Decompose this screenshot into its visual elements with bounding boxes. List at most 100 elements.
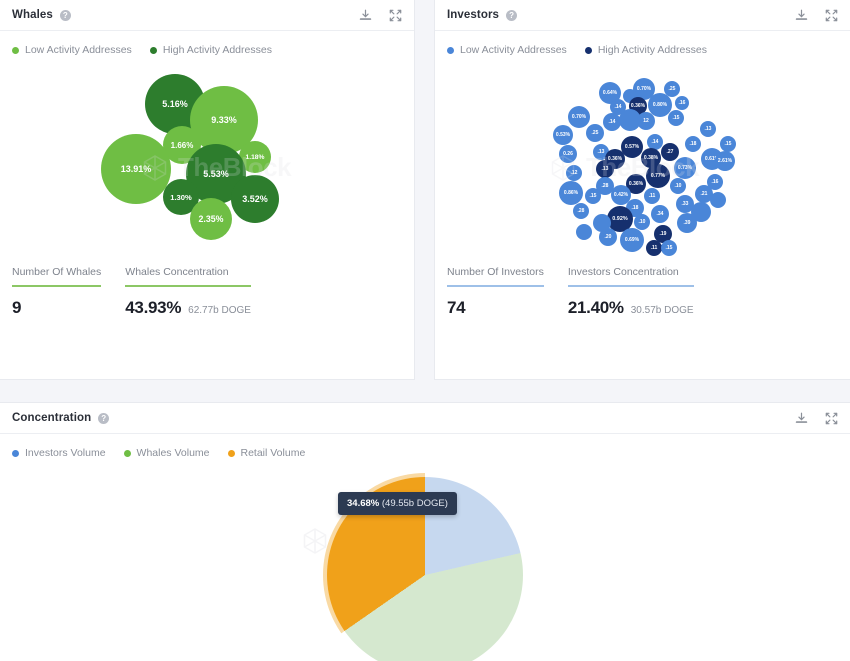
bubble[interactable]: .20 (599, 228, 617, 246)
bubble[interactable]: 0.69% (620, 228, 644, 252)
bubble[interactable]: .16 (675, 96, 689, 110)
legend-item[interactable]: Retail Volume (227, 447, 306, 459)
bubble[interactable]: .10 (634, 214, 650, 230)
bubble[interactable]: 0.73% (674, 157, 696, 179)
bubble[interactable]: .11 (644, 188, 660, 204)
whales-panel-title: Whales (12, 9, 53, 21)
stat-value: 43.93% (125, 297, 182, 317)
dashboard-root: Whales ? Low Activity Addresses High Act… (0, 0, 850, 661)
legend-label: Whales Volume (136, 447, 210, 459)
download-icon[interactable] (795, 412, 808, 425)
legend-label: Low Activity Addresses (460, 44, 567, 56)
download-icon[interactable] (795, 9, 808, 22)
bubble[interactable]: 0.77% (646, 164, 670, 188)
investors-header-actions (795, 9, 838, 22)
stat-label: Number Of Investors (447, 266, 544, 278)
concentration-header-actions (795, 412, 838, 425)
bubble[interactable]: .15 (661, 240, 677, 256)
stat-subvalue: 30.57b DOGE (630, 304, 694, 316)
investors-panel: Investors ? Low Activity Addresses High … (434, 0, 850, 380)
concentration-panel-header: Concentration ? (0, 403, 850, 434)
bubble[interactable]: 2.61% (715, 151, 735, 171)
bubble[interactable]: 0.26 (559, 145, 577, 163)
question-mark-icon[interactable]: ? (506, 9, 518, 21)
question-mark-icon[interactable]: ? (59, 9, 71, 21)
legend-item[interactable]: Low Activity Addresses (447, 44, 567, 56)
bubble[interactable]: .12 (566, 165, 582, 181)
bubble[interactable]: .11 (646, 240, 662, 256)
bubble[interactable] (576, 224, 592, 240)
legend-label: Retail Volume (240, 447, 306, 459)
concentration-pie-chart: TheBlock 34.68% (49.55b DOGE) (0, 459, 850, 661)
stat-value: 21.40% (567, 297, 624, 317)
legend-color-dot (447, 46, 454, 54)
investors-stats: Number Of Investors 74 Investors Concent… (435, 266, 850, 318)
legend-color-dot (12, 449, 19, 457)
bubble[interactable]: .18 (685, 136, 701, 152)
bubble[interactable]: 0.53% (553, 125, 573, 145)
stat-value-row: 43.93% 62.77b DOGE (125, 287, 251, 318)
bubble[interactable]: .15 (668, 110, 684, 126)
bubble[interactable]: .34 (651, 205, 669, 223)
legend-item[interactable]: High Activity Addresses (584, 44, 707, 56)
stat-whales-concentration: Whales Concentration 43.93% 62.77b DOGE (125, 266, 275, 318)
stat-label: Investors Concentration (567, 266, 679, 278)
whales-legend: Low Activity Addresses High Activity Add… (0, 31, 414, 56)
expand-icon[interactable] (825, 412, 838, 425)
bubble[interactable] (619, 109, 641, 131)
question-mark-icon[interactable]: ? (98, 412, 110, 424)
bubble[interactable]: .27 (661, 143, 679, 161)
bubble[interactable] (691, 202, 711, 222)
whales-stats: Number Of Whales 9 Whales Concentration … (0, 266, 414, 318)
stat-number-of-investors: Number Of Investors 74 (447, 266, 568, 318)
expand-icon[interactable] (389, 9, 402, 22)
stat-value-row: 21.40% 30.57b DOGE (568, 287, 694, 318)
bubble[interactable]: 13.91% (101, 134, 171, 204)
stat-value: 9 (12, 297, 22, 317)
legend-item[interactable]: Investors Volume (12, 447, 106, 459)
bubble[interactable]: 3.52% (231, 175, 279, 223)
expand-icon[interactable] (825, 9, 838, 22)
legend-item[interactable]: Whales Volume (123, 447, 210, 459)
stat-label: Number Of Whales (12, 266, 102, 278)
bubble[interactable]: 0.70% (568, 106, 590, 128)
whales-panel-header: Whales ? (0, 0, 414, 31)
bubble[interactable]: .13 (596, 160, 614, 178)
whales-header-actions (359, 9, 402, 22)
investors-bubble-chart: 0.64% 0.70% .25.14 0.36% 0.80% .16 0.70% .14 12.… (435, 56, 850, 266)
bubble[interactable]: .25 (586, 124, 604, 142)
legend-item[interactable]: High Activity Addresses (149, 44, 272, 56)
tooltip-amount: (49.55b DOGE) (381, 498, 448, 509)
bubble[interactable]: .15 (720, 136, 736, 152)
bubble[interactable]: .28 (573, 203, 589, 219)
stat-label: Whales Concentration (125, 266, 229, 278)
legend-color-dot (584, 46, 592, 54)
stat-number-of-whales: Number Of Whales 9 (12, 266, 125, 318)
whales-bubble-chart: 5.16% 9.33% 1.66% 1.18% 13.91% 5.53% 1.30% 3.52… (0, 56, 414, 266)
investors-legend: Low Activity Addresses High Activity Add… (435, 31, 850, 56)
investors-panel-header: Investors ? (435, 0, 850, 31)
whales-panel: Whales ? Low Activity Addresses High Act… (0, 0, 415, 380)
legend-label: Investors Volume (25, 447, 106, 459)
legend-color-dot (227, 449, 235, 457)
bubble[interactable]: 2.35% (190, 198, 232, 240)
bubble[interactable]: .10 (670, 178, 686, 194)
download-icon[interactable] (359, 9, 372, 22)
pie-tooltip: 34.68% (49.55b DOGE) (338, 492, 457, 515)
concentration-panel-title: Concentration (12, 412, 92, 424)
concentration-panel: Concentration ? Investors Volume Whales … (0, 402, 850, 661)
stat-value: 74 (447, 297, 466, 317)
legend-label: Low Activity Addresses (25, 44, 132, 56)
bubble[interactable] (710, 192, 726, 208)
legend-color-dot (123, 449, 131, 457)
legend-label: High Activity Addresses (597, 44, 707, 56)
stat-value-row: 74 (447, 287, 544, 318)
tooltip-percent: 34.68% (347, 498, 380, 509)
bubble[interactable]: .13 (700, 121, 716, 137)
bubble[interactable]: .15 (585, 188, 601, 204)
legend-item[interactable]: Low Activity Addresses (12, 44, 132, 56)
bubble[interactable]: 0.86% (559, 181, 583, 205)
stat-subvalue: 62.77b DOGE (188, 304, 251, 316)
stat-investors-concentration: Investors Concentration 21.40% 30.57b DO… (567, 266, 718, 318)
investors-panel-title: Investors (447, 9, 500, 21)
